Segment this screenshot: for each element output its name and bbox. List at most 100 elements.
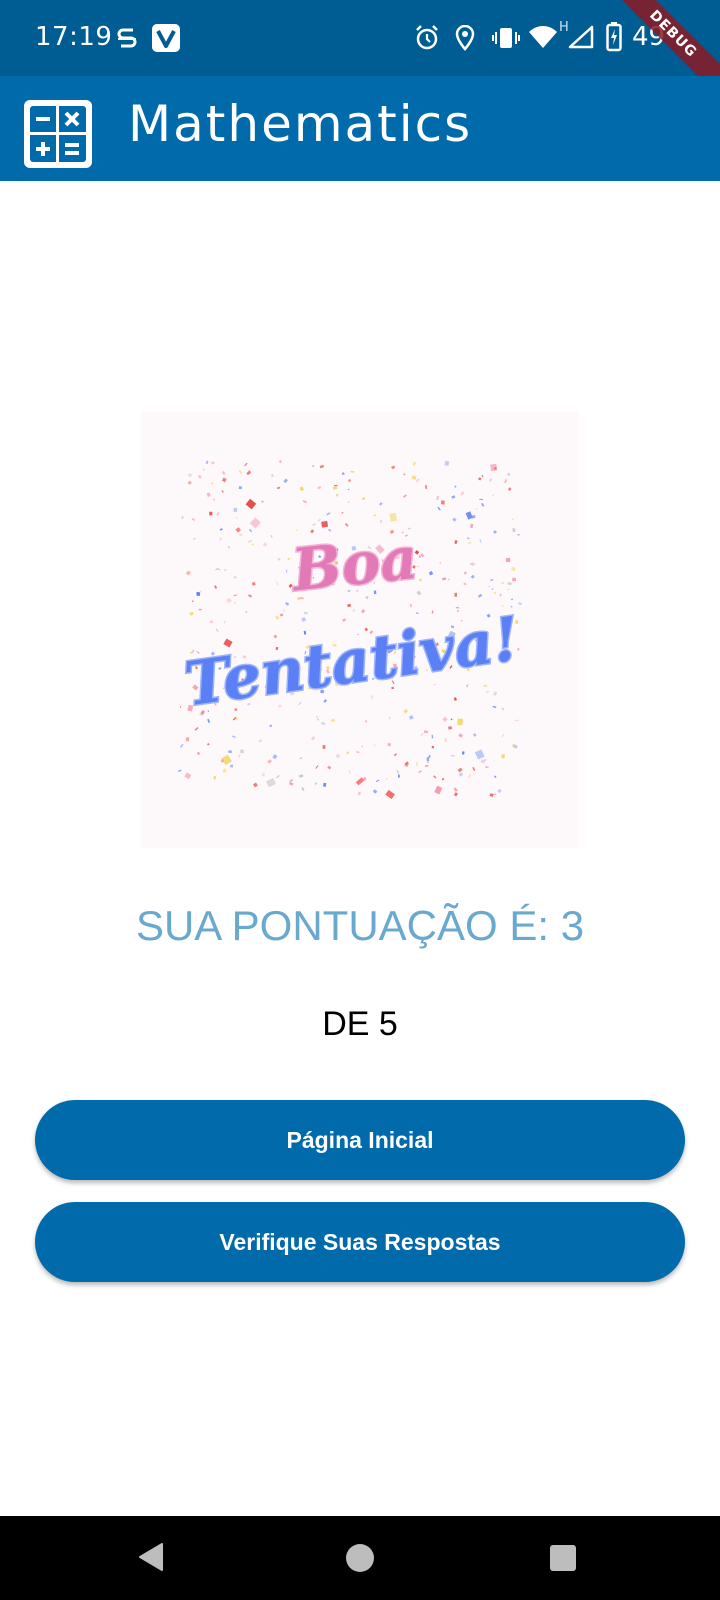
confetti-speck <box>244 462 248 467</box>
signal-icon <box>568 25 594 49</box>
confetti-speck <box>298 774 304 778</box>
confetti-speck <box>184 772 192 780</box>
confetti-speck <box>288 782 294 786</box>
confetti-speck <box>479 498 484 500</box>
confetti-speck <box>451 754 455 757</box>
confetti-speck <box>397 774 400 778</box>
confetti-speck <box>323 782 327 787</box>
confetti-speck <box>238 754 241 758</box>
confetti-speck <box>219 528 223 531</box>
confetti-speck <box>196 752 200 755</box>
confetti-speck <box>209 511 213 516</box>
confetti-speck <box>466 537 470 540</box>
home-page-button[interactable]: Página Inicial <box>35 1100 685 1180</box>
confetti-speck <box>467 541 472 545</box>
confetti-speck <box>485 690 490 694</box>
image-text-tentativa: Tentativa! <box>181 604 524 720</box>
confetti-speck <box>493 775 497 778</box>
confetti-speck <box>315 715 319 718</box>
confetti-speck <box>361 745 364 748</box>
confetti-speck <box>238 533 243 537</box>
confetti-speck <box>262 542 268 547</box>
home-circle-icon[interactable] <box>346 1544 374 1572</box>
confetti-speck <box>473 733 477 737</box>
confetti-speck <box>222 768 227 774</box>
confetti-speck <box>216 512 220 516</box>
confetti-speck <box>501 707 505 711</box>
confetti-speck <box>223 620 226 624</box>
alarm-icon <box>416 25 438 50</box>
confetti-speck <box>347 478 352 483</box>
confetti-speck <box>279 460 282 463</box>
confetti-speck <box>356 751 360 754</box>
confetti-speck <box>303 611 308 615</box>
confetti-speck <box>447 726 453 730</box>
confetti-speck <box>372 789 378 794</box>
confetti-speck <box>205 460 209 465</box>
status-time: 17:19 <box>35 22 113 52</box>
confetti-speck <box>485 766 489 769</box>
location-icon <box>455 25 475 51</box>
confetti-speck <box>490 578 494 582</box>
confetti-speck <box>454 485 457 488</box>
confetti-speck <box>439 561 442 564</box>
confetti-speck <box>387 742 392 747</box>
confetti-speck <box>420 732 424 737</box>
confetti-speck <box>511 518 514 521</box>
confetti-speck <box>488 585 490 588</box>
status-right-icons: H 49 DEBUG <box>400 0 720 103</box>
confetti-speck <box>425 765 429 767</box>
confetti-speck <box>468 774 471 778</box>
check-answers-button[interactable]: Verifique Suas Respostas <box>35 1202 685 1282</box>
confetti-speck <box>233 575 237 579</box>
confetti-speck <box>233 507 238 512</box>
confetti-speck <box>327 765 332 770</box>
confetti-speck <box>232 735 236 738</box>
confetti-speck <box>411 475 417 480</box>
confetti-speck <box>493 691 498 696</box>
s-app-icon <box>117 28 137 48</box>
back-triangle-icon[interactable] <box>138 1542 164 1572</box>
confetti-speck <box>358 791 361 796</box>
confetti-speck <box>251 581 256 586</box>
confetti-speck <box>447 578 450 581</box>
confetti-speck <box>269 724 273 728</box>
confetti-speck <box>192 537 196 540</box>
confetti-speck <box>211 461 215 465</box>
confetti-speck <box>506 472 511 477</box>
confetti-speck <box>373 514 376 517</box>
confetti-speck <box>226 597 232 604</box>
recents-square-icon[interactable] <box>550 1545 576 1571</box>
confetti-speck <box>355 777 365 786</box>
confetti-speck <box>330 718 336 723</box>
confetti-speck <box>261 772 265 777</box>
confetti-speck <box>194 726 199 731</box>
confetti-speck <box>352 609 355 612</box>
confetti-speck <box>453 787 458 792</box>
confetti-speck <box>472 766 476 771</box>
confetti-speck <box>458 733 464 738</box>
confetti-speck <box>316 718 320 721</box>
confetti-speck <box>501 582 505 585</box>
confetti-speck <box>248 540 252 543</box>
confetti-speck <box>504 479 508 484</box>
confetti-speck <box>408 715 414 720</box>
confetti-speck <box>228 750 232 754</box>
confetti-speck <box>299 757 303 760</box>
confetti-speck <box>185 737 190 742</box>
confetti-speck <box>418 555 422 558</box>
confetti-speck <box>322 744 326 749</box>
confetti-speck <box>283 609 285 612</box>
confetti-speck <box>451 495 456 499</box>
confetti-speck <box>362 497 366 501</box>
confetti-speck <box>211 482 214 485</box>
confetti-speck <box>474 749 485 760</box>
v-app-icon <box>152 24 180 52</box>
confetti-speck <box>189 612 194 616</box>
confetti-speck <box>470 523 474 529</box>
confetti-speck <box>497 788 502 794</box>
confetti-speck <box>233 594 238 597</box>
confetti-speck <box>185 570 191 576</box>
confetti-speck <box>441 777 445 781</box>
confetti-speck <box>295 529 298 532</box>
